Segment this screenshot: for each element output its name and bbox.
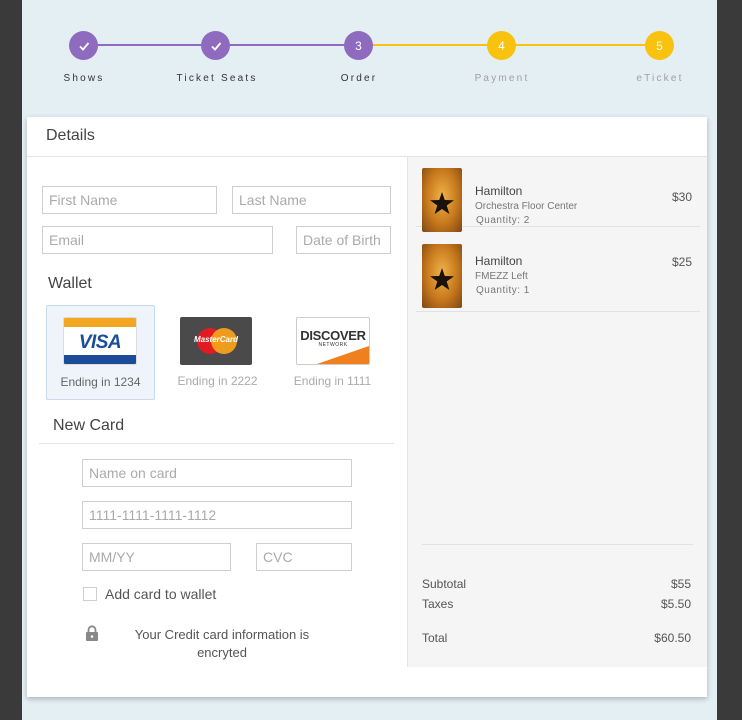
wallet-card-ending: Ending in 1234 [60,375,141,389]
last-name-input[interactable] [232,186,391,214]
item-price: $25 [671,255,692,269]
check-icon [78,41,89,51]
star-icon [430,192,454,214]
step-payment-circle[interactable]: 4 [487,31,516,60]
mastercard-brand-text: MasterCard [193,335,238,344]
add-card-to-wallet-label[interactable]: Add card to wallet [105,586,216,602]
taxes-label: Taxes [422,597,454,611]
checkout-page: 3 4 5 Shows Ticket Seats Order Payment e… [22,0,717,720]
wallet-title: Wallet [48,275,92,292]
order-item: Hamilton Orchestra Floor Center Quantity… [416,157,700,232]
mastercard-logo-icon: MasterCard [180,317,252,365]
email-input[interactable] [42,226,273,254]
date-of-birth-input[interactable] [296,226,391,254]
total-value: $60.50 [654,631,691,645]
item-seat: Orchestra Floor Center [475,201,578,212]
step-order-circle[interactable]: 3 [344,31,373,60]
order-item: Hamilton FMEZZ Left Quantity: 1 $25 [416,242,700,312]
step-seats-label: Ticket Seats [176,73,258,84]
subtotal-value: $55 [670,577,691,591]
hamilton-poster-image [422,244,462,308]
item-price: $30 [671,190,692,204]
first-name-input[interactable] [42,186,217,214]
taxes-value: $5.50 [660,597,691,611]
details-title: Details [46,127,95,144]
item-quantity: Quantity: 1 [476,285,530,296]
new-card-title: New Card [53,417,125,434]
hamilton-poster-image [422,168,462,232]
step-eticket-label: eTicket [636,73,684,84]
visa-logo-icon: VISA [63,317,137,365]
wallet-card-ending: Ending in 2222 [177,374,258,388]
cvc-input[interactable] [256,543,352,571]
wallet-card-visa[interactable]: VISA Ending in 1234 [46,305,155,400]
discover-logo-icon: DISCOVER NETWORK [296,317,370,365]
item-title: Hamilton [475,184,523,198]
name-on-card-input[interactable] [82,459,352,487]
subtotal-label: Subtotal [422,577,467,591]
total-label: Total [422,631,448,645]
add-card-to-wallet-checkbox[interactable] [83,587,97,601]
wallet-card-mastercard[interactable]: MasterCard Ending in 2222 [163,305,272,400]
divider [422,544,693,545]
item-quantity: Quantity: 2 [476,215,530,226]
lock-icon [86,625,98,641]
step-order-label: Order [340,73,378,84]
wallet-card-ending: Ending in 1111 [293,374,372,388]
wallet-card-discover[interactable]: DISCOVER NETWORK Ending in 1111 [278,305,387,400]
order-summary: Hamilton Orchestra Floor Center Quantity… [407,157,707,667]
divider [39,443,394,444]
step-eticket-circle[interactable]: 5 [645,31,674,60]
visa-brand-text: VISA [78,332,122,353]
item-seat: FMEZZ Left [475,271,528,282]
step-shows-circle[interactable] [69,31,98,60]
discover-brand-text: DISCOVER [300,328,366,343]
details-card: Details Wallet VISA Ending in 1234 Maste… [27,117,707,697]
progress-stepper: 3 4 5 Shows Ticket Seats Order Payment e… [22,0,717,110]
step-seats-circle[interactable] [201,31,230,60]
step-shows-label: Shows [63,73,105,84]
expiry-input[interactable] [82,543,231,571]
secure-note: Your Credit card information is encryted [134,627,310,660]
card-number-input[interactable] [82,501,352,529]
step-payment-label: Payment [474,73,530,84]
check-icon [210,41,221,51]
star-icon [430,268,454,290]
item-title: Hamilton [475,254,523,268]
